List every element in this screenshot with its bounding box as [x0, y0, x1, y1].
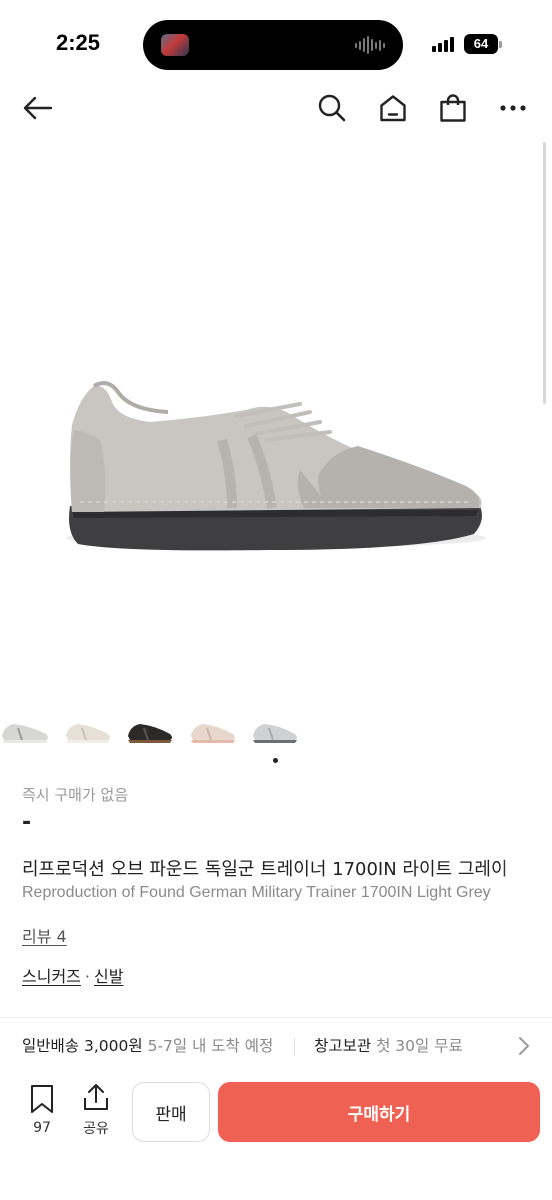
search-icon[interactable]	[316, 92, 348, 124]
bottom-action-bar: 97 공유 판매 구매하기	[0, 1072, 552, 1200]
subcategory-link[interactable]: 신발	[94, 967, 123, 986]
chevron-right-icon[interactable]	[514, 1034, 534, 1058]
category-breadcrumb: 스니커즈 · 신발	[22, 963, 123, 987]
review-link[interactable]: 리뷰 4	[22, 923, 67, 947]
divider	[0, 1017, 552, 1018]
bookmark-icon	[31, 1085, 53, 1113]
shipping-type: 일반배송	[22, 1037, 80, 1055]
share-button[interactable]: 공유	[76, 1082, 116, 1138]
thumbnail-beige-pink[interactable]	[187, 712, 239, 748]
bookmark-button[interactable]: 97	[22, 1084, 62, 1136]
now-playing-album-icon	[161, 34, 189, 56]
storage-label: 창고보관	[314, 1037, 372, 1055]
shopping-bag-icon[interactable]	[437, 92, 469, 124]
share-label: 공유	[83, 1121, 109, 1137]
thumbnail-gray-white[interactable]	[0, 712, 52, 748]
buy-button[interactable]: 구매하기	[218, 1082, 540, 1142]
audio-waveform-icon	[355, 36, 385, 54]
product-image[interactable]	[0, 140, 552, 700]
battery-nub	[499, 41, 502, 48]
shipping-eta: 5-7일 내 도착 예정	[147, 1037, 274, 1055]
color-thumbnails	[0, 712, 552, 748]
category-link[interactable]: 스니커즈	[22, 967, 81, 986]
battery-icon: 64	[464, 34, 498, 54]
dynamic-island	[143, 20, 403, 70]
thumbnail-beige-white[interactable]	[62, 712, 114, 748]
bookmark-count: 97	[33, 1120, 51, 1136]
status-bar: 2:25 64	[0, 0, 552, 80]
product-title-ko: 리프로덕션 오브 파운드 독일군 트레이너 1700IN 라이트 그레이	[22, 859, 508, 880]
more-icon[interactable]	[497, 92, 529, 124]
product-price: -	[22, 810, 32, 835]
shipping-info[interactable]: 일반배송 3,000원 5-7일 내 도착 예정 창고보관 첫 30일 무료	[22, 1034, 463, 1056]
home-icon[interactable]	[377, 92, 409, 124]
top-navigation	[0, 84, 552, 132]
product-title-en: Reproduction of Found German Military Tr…	[22, 884, 491, 901]
carousel-indicator	[273, 758, 278, 763]
shipping-fee: 3,000원	[83, 1037, 143, 1055]
thumbnail-gray-light[interactable]	[249, 712, 301, 748]
battery-level: 64	[473, 36, 489, 51]
category-separator: ·	[84, 967, 90, 986]
title-fade-overlay	[500, 850, 552, 910]
share-icon	[84, 1084, 108, 1110]
cellular-signal-icon	[432, 36, 454, 52]
thumbnail-black-gum[interactable]	[124, 712, 176, 748]
sell-button[interactable]: 판매	[132, 1082, 210, 1142]
back-arrow-icon[interactable]	[22, 92, 54, 124]
status-time: 2:25	[56, 30, 101, 55]
shipping-divider	[294, 1037, 296, 1056]
storage-note: 첫 30일 무료	[376, 1037, 463, 1055]
image-scrollbar[interactable]	[543, 142, 546, 404]
immediate-purchase-label: 즉시 구매가 없음	[22, 786, 129, 804]
